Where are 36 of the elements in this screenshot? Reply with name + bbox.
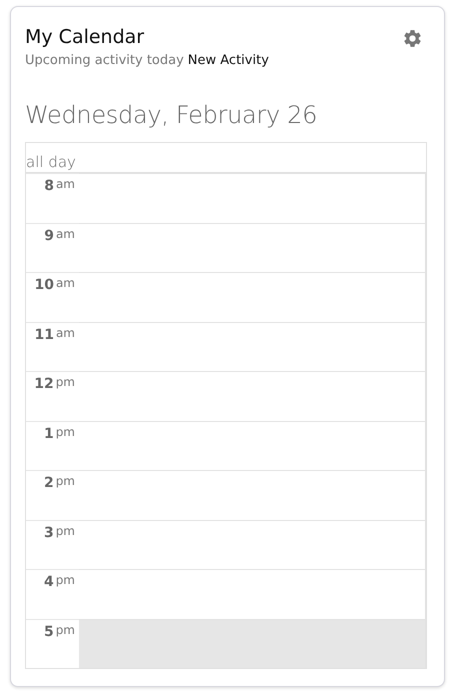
period-label: pm [56, 375, 75, 389]
hour-label: 10 [34, 276, 54, 294]
activity-link[interactable]: New Activity [188, 53, 269, 68]
time-slot[interactable] [79, 618, 426, 668]
time-slot[interactable] [79, 173, 426, 222]
time-slot[interactable] [79, 420, 426, 470]
period-label: am [56, 276, 75, 290]
hour-label: 1 [44, 424, 54, 442]
period-label: am [56, 226, 75, 240]
time-slot[interactable] [79, 470, 426, 520]
hour-label: 4 [44, 573, 54, 591]
period-label: pm [56, 573, 75, 587]
all-day-label: all day [26, 152, 76, 172]
upcoming-label: Upcoming activity today [25, 53, 184, 68]
hour-label: 12 [34, 375, 54, 393]
settings-icon[interactable] [402, 28, 423, 49]
hour-label: 9 [44, 226, 54, 244]
card-title: My Calendar [25, 25, 146, 50]
period-label: am [56, 326, 75, 340]
period-label: am [56, 177, 75, 191]
hour-label: 5 [44, 622, 54, 640]
time-slot[interactable] [79, 371, 426, 420]
period-label: pm [56, 474, 75, 488]
time-slot[interactable] [79, 322, 426, 371]
time-slot[interactable] [79, 520, 426, 569]
hour-label: 2 [44, 474, 54, 492]
time-slot[interactable] [79, 272, 426, 322]
date-heading: Wednesday, February 26 [25, 100, 318, 131]
time-slot[interactable] [79, 569, 426, 618]
hour-label: 3 [44, 524, 54, 542]
time-slot[interactable] [79, 222, 426, 272]
period-label: pm [56, 524, 75, 538]
hour-label: 11 [34, 326, 54, 344]
period-label: pm [56, 622, 75, 636]
period-label: pm [56, 424, 75, 438]
hour-label: 8 [44, 177, 54, 195]
